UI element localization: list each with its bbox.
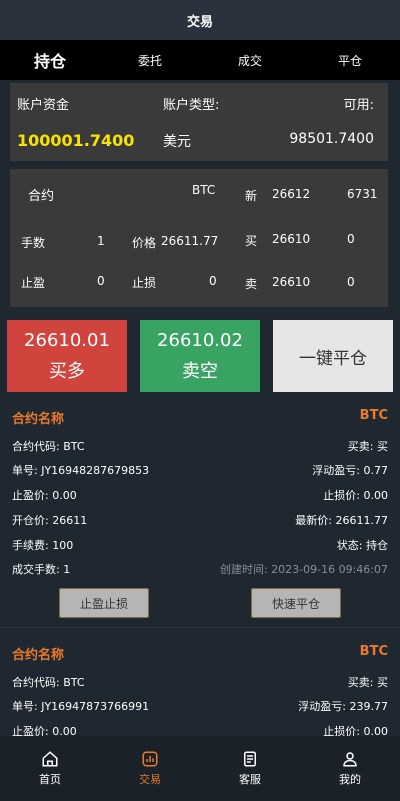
bottom-nav: 首页 交易 客服 我的 xyxy=(0,736,400,801)
account-funds-value: 100001.7400 xyxy=(17,131,135,150)
nav-service[interactable]: 客服 xyxy=(200,736,300,801)
nav-mine[interactable]: 我的 xyxy=(300,736,400,801)
take-profit-label: 止盈 xyxy=(21,276,46,290)
action-buttons: 26610.01 买多 26610.02 卖空 一键平仓 xyxy=(7,320,393,392)
buy-price: 26610 xyxy=(272,232,311,246)
buy-label: 买 xyxy=(245,234,258,248)
latest-price: 最新价: 26611.77 xyxy=(295,514,388,527)
contract-name-value: BTC xyxy=(359,408,388,423)
sell-short-button[interactable]: 26610.02 卖空 xyxy=(140,320,260,392)
nav-home[interactable]: 首页 xyxy=(0,736,100,801)
stop-loss-value[interactable]: 0 xyxy=(209,274,217,288)
contract-label: 合约 xyxy=(28,189,55,204)
order-card: 合约名称 BTC 合约代码: BTC 买卖: 买 单号: JY169482876… xyxy=(0,400,400,626)
account-panel: 账户资金 账户类型: 可用: 100001.7400 美元 98501.7400 xyxy=(10,83,388,161)
available-value: 98501.7400 xyxy=(289,131,374,147)
new-price: 26612 xyxy=(272,187,311,201)
sell-price: 26610 xyxy=(272,275,311,289)
order-direction: 买卖: 买 xyxy=(347,440,388,453)
quick-close-button[interactable]: 快速平仓 xyxy=(251,588,341,618)
chart-icon xyxy=(142,751,158,767)
nav-trade-label: 交易 xyxy=(139,773,161,786)
contract-code: 合约代码: BTC xyxy=(12,676,85,689)
contract-name-value: BTC xyxy=(359,644,388,659)
order-status: 状态: 持仓 xyxy=(336,539,388,552)
page-title: 交易 xyxy=(186,14,213,30)
lots-value[interactable]: 1 xyxy=(97,234,105,248)
take-profit-price: 止盈价: 0.00 xyxy=(12,725,77,736)
order-direction: 买卖: 买 xyxy=(347,676,388,689)
take-profit-price: 止盈价: 0.00 xyxy=(12,489,77,502)
floating-pl: 浮动盈亏: 239.77 xyxy=(298,700,388,713)
price-value: 26611.77 xyxy=(161,234,219,248)
price-label: 价格 xyxy=(132,236,157,250)
order-number: 单号: JY16948287679853 xyxy=(12,464,150,477)
stop-loss-price: 止损价: 0.00 xyxy=(323,725,388,736)
nav-mine-label: 我的 xyxy=(339,773,361,786)
take-profit-value[interactable]: 0 xyxy=(97,274,105,288)
sell-label: 卖 xyxy=(245,277,258,291)
contract-panel: 合约 BTC 新 26612 6731 手数 1 价格 26611.77 买 2… xyxy=(10,169,388,307)
sell-short-label: 卖空 xyxy=(182,360,218,382)
home-icon xyxy=(42,751,58,767)
buy-long-button[interactable]: 26610.01 买多 xyxy=(7,320,127,392)
contract-code: 合约代码: BTC xyxy=(12,440,85,453)
sell-volume: 0 xyxy=(347,275,355,289)
page-header: 交易 xyxy=(0,0,400,40)
available-label: 可用: xyxy=(343,98,374,113)
tab-positions[interactable]: 持仓 xyxy=(0,40,100,80)
order-number: 单号: JY16947873766991 xyxy=(12,700,150,713)
contract-name-label: 合约名称 xyxy=(12,412,65,427)
fee: 手续费: 100 xyxy=(12,539,74,552)
lots-label: 手数 xyxy=(21,236,46,250)
nav-home-label: 首页 xyxy=(39,773,61,786)
account-type-value: 美元 xyxy=(163,134,191,150)
order-card: 合约名称 BTC 合约代码: BTC 买卖: 买 单号: JY169478737… xyxy=(0,636,400,736)
divider xyxy=(0,627,400,628)
floating-pl: 浮动盈亏: 0.77 xyxy=(312,464,388,477)
tp-sl-button[interactable]: 止盈止损 xyxy=(59,588,149,618)
account-type-label: 账户类型: xyxy=(163,98,220,113)
new-label: 新 xyxy=(245,189,258,203)
account-funds-label: 账户资金 xyxy=(17,98,70,113)
new-volume: 6731 xyxy=(347,187,378,201)
filled-lots: 成交手数: 1 xyxy=(12,563,71,576)
nav-service-label: 客服 xyxy=(239,773,261,786)
sell-short-price: 26610.02 xyxy=(157,329,243,351)
document-icon xyxy=(244,751,256,767)
user-icon xyxy=(343,752,357,767)
tab-bar: 持仓 委托 成交 平仓 xyxy=(0,40,400,80)
stop-loss-label: 止损 xyxy=(132,276,157,290)
contract-name-label: 合约名称 xyxy=(12,648,65,663)
created-time: 创建时间: 2023-09-16 09:46:07 xyxy=(219,563,388,576)
buy-volume: 0 xyxy=(347,232,355,246)
buy-long-price: 26610.01 xyxy=(24,329,110,351)
tab-trades[interactable]: 成交 xyxy=(200,40,300,80)
stop-loss-price: 止损价: 0.00 xyxy=(323,489,388,502)
buy-long-label: 买多 xyxy=(49,360,85,382)
tab-closed[interactable]: 平仓 xyxy=(300,40,400,80)
nav-trade[interactable]: 交易 xyxy=(100,736,200,801)
open-price: 开仓价: 26611 xyxy=(12,514,88,527)
contract-symbol: BTC xyxy=(192,183,216,197)
tab-orders[interactable]: 委托 xyxy=(100,40,200,80)
close-all-button[interactable]: 一键平仓 xyxy=(273,320,393,392)
